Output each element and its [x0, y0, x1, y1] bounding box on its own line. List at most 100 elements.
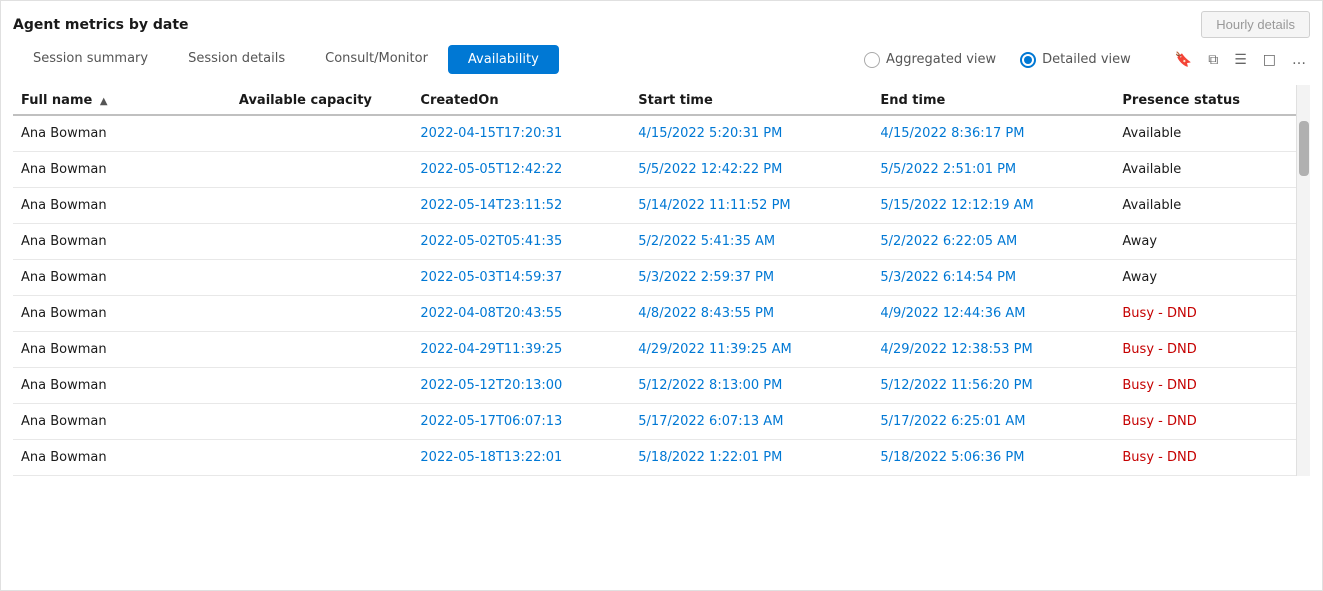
cell-createdon: 2022-04-29T11:39:25	[412, 332, 630, 368]
cell-presence-status: Away	[1114, 224, 1296, 260]
table-row: Ana Bowman 2022-05-12T20:13:00 5/12/2022…	[13, 368, 1296, 404]
cell-available-capacity	[231, 188, 413, 224]
cell-end-time: 5/12/2022 11:56:20 PM	[872, 368, 1114, 404]
cell-createdon: 2022-05-02T05:41:35	[412, 224, 630, 260]
cell-available-capacity	[231, 260, 413, 296]
cell-start-time: 4/15/2022 5:20:31 PM	[630, 115, 872, 152]
cell-end-time: 5/15/2022 12:12:19 AM	[872, 188, 1114, 224]
cell-presence-status: Busy - DND	[1114, 404, 1296, 440]
cell-fullname: Ana Bowman	[13, 260, 231, 296]
cell-available-capacity	[231, 296, 413, 332]
cell-available-capacity	[231, 440, 413, 476]
aggregated-view-option[interactable]: Aggregated view	[864, 52, 996, 68]
detailed-view-option[interactable]: Detailed view	[1020, 52, 1131, 68]
cell-presence-status: Available	[1114, 115, 1296, 152]
cell-createdon: 2022-05-05T12:42:22	[412, 152, 630, 188]
cell-presence-status: Available	[1114, 152, 1296, 188]
expand-icon[interactable]: □	[1259, 50, 1280, 70]
cell-end-time: 4/29/2022 12:38:53 PM	[872, 332, 1114, 368]
col-createdon-header[interactable]: CreatedOn	[412, 85, 630, 115]
cell-available-capacity	[231, 368, 413, 404]
cell-createdon: 2022-04-08T20:43:55	[412, 296, 630, 332]
cell-available-capacity	[231, 404, 413, 440]
cell-presence-status: Away	[1114, 260, 1296, 296]
cell-presence-status: Busy - DND	[1114, 332, 1296, 368]
cell-createdon: 2022-05-03T14:59:37	[412, 260, 630, 296]
filter-icon[interactable]: ☰	[1230, 50, 1251, 70]
cell-available-capacity	[231, 152, 413, 188]
table-row: Ana Bowman 2022-05-05T12:42:22 5/5/2022 …	[13, 152, 1296, 188]
cell-available-capacity	[231, 115, 413, 152]
table-area: Full name ▲ Available capacity CreatedOn…	[1, 85, 1322, 590]
more-icon[interactable]: …	[1288, 50, 1310, 70]
cell-start-time: 5/17/2022 6:07:13 AM	[630, 404, 872, 440]
data-table: Full name ▲ Available capacity CreatedOn…	[13, 85, 1296, 476]
page-container: Agent metrics by date Hourly details Ses…	[0, 0, 1323, 591]
cell-fullname: Ana Bowman	[13, 152, 231, 188]
scrollbar[interactable]	[1296, 85, 1310, 476]
aggregated-view-radio[interactable]	[864, 52, 880, 68]
view-options: Aggregated view Detailed view	[864, 52, 1131, 68]
detailed-view-radio[interactable]	[1020, 52, 1036, 68]
cell-start-time: 4/29/2022 11:39:25 AM	[630, 332, 872, 368]
table-row: Ana Bowman 2022-05-18T13:22:01 5/18/2022…	[13, 440, 1296, 476]
sort-icon-fullname: ▲	[100, 96, 108, 107]
table-row: Ana Bowman 2022-04-08T20:43:55 4/8/2022 …	[13, 296, 1296, 332]
col-available-capacity-header[interactable]: Available capacity	[231, 85, 413, 115]
copy-icon[interactable]: ⧉	[1204, 50, 1222, 70]
tab-availability[interactable]: Availability	[448, 45, 559, 74]
cell-end-time: 5/17/2022 6:25:01 AM	[872, 404, 1114, 440]
col-presence-status-header[interactable]: Presence status	[1114, 85, 1296, 115]
cell-fullname: Ana Bowman	[13, 188, 231, 224]
page-title: Agent metrics by date	[13, 17, 189, 33]
cell-start-time: 5/18/2022 1:22:01 PM	[630, 440, 872, 476]
table-scroll-container: Full name ▲ Available capacity CreatedOn…	[13, 85, 1310, 476]
cell-createdon: 2022-05-14T23:11:52	[412, 188, 630, 224]
cell-fullname: Ana Bowman	[13, 368, 231, 404]
cell-end-time: 4/9/2022 12:44:36 AM	[872, 296, 1114, 332]
tab-session-summary[interactable]: Session summary	[13, 44, 168, 75]
detailed-view-label: Detailed view	[1042, 52, 1131, 67]
table-row: Ana Bowman 2022-04-29T11:39:25 4/29/2022…	[13, 332, 1296, 368]
cell-end-time: 5/5/2022 2:51:01 PM	[872, 152, 1114, 188]
cell-createdon: 2022-05-12T20:13:00	[412, 368, 630, 404]
cell-start-time: 5/12/2022 8:13:00 PM	[630, 368, 872, 404]
cell-createdon: 2022-05-17T06:07:13	[412, 404, 630, 440]
cell-end-time: 5/2/2022 6:22:05 AM	[872, 224, 1114, 260]
header-row: Agent metrics by date Hourly details	[1, 1, 1322, 38]
col-end-time-header[interactable]: End time	[872, 85, 1114, 115]
cell-fullname: Ana Bowman	[13, 115, 231, 152]
table-row: Ana Bowman 2022-05-02T05:41:35 5/2/2022 …	[13, 224, 1296, 260]
cell-presence-status: Available	[1114, 188, 1296, 224]
table-row: Ana Bowman 2022-05-14T23:11:52 5/14/2022…	[13, 188, 1296, 224]
tab-consult-monitor[interactable]: Consult/Monitor	[305, 44, 448, 75]
cell-fullname: Ana Bowman	[13, 332, 231, 368]
cell-createdon: 2022-05-18T13:22:01	[412, 440, 630, 476]
scrollbar-thumb[interactable]	[1299, 121, 1309, 176]
table-row: Ana Bowman 2022-05-03T14:59:37 5/3/2022 …	[13, 260, 1296, 296]
cell-presence-status: Busy - DND	[1114, 440, 1296, 476]
tabs-row: Session summary Session details Consult/…	[1, 38, 1322, 75]
table-body: Ana Bowman 2022-04-15T17:20:31 4/15/2022…	[13, 115, 1296, 476]
cell-available-capacity	[231, 332, 413, 368]
hourly-details-button[interactable]: Hourly details	[1201, 11, 1310, 38]
cell-start-time: 5/3/2022 2:59:37 PM	[630, 260, 872, 296]
col-fullname-header[interactable]: Full name ▲	[13, 85, 231, 115]
cell-end-time: 5/18/2022 5:06:36 PM	[872, 440, 1114, 476]
cell-start-time: 5/5/2022 12:42:22 PM	[630, 152, 872, 188]
tab-session-details[interactable]: Session details	[168, 44, 305, 75]
bookmark-icon[interactable]: 🔖	[1171, 50, 1196, 70]
cell-end-time: 5/3/2022 6:14:54 PM	[872, 260, 1114, 296]
table-row: Ana Bowman 2022-04-15T17:20:31 4/15/2022…	[13, 115, 1296, 152]
cell-createdon: 2022-04-15T17:20:31	[412, 115, 630, 152]
cell-presence-status: Busy - DND	[1114, 296, 1296, 332]
cell-presence-status: Busy - DND	[1114, 368, 1296, 404]
cell-fullname: Ana Bowman	[13, 440, 231, 476]
table-row: Ana Bowman 2022-05-17T06:07:13 5/17/2022…	[13, 404, 1296, 440]
col-start-time-header[interactable]: Start time	[630, 85, 872, 115]
cell-end-time: 4/15/2022 8:36:17 PM	[872, 115, 1114, 152]
table-header-row: Full name ▲ Available capacity CreatedOn…	[13, 85, 1296, 115]
toolbar-icons: 🔖 ⧉ ☰ □ …	[1171, 50, 1310, 70]
cell-start-time: 4/8/2022 8:43:55 PM	[630, 296, 872, 332]
cell-start-time: 5/14/2022 11:11:52 PM	[630, 188, 872, 224]
